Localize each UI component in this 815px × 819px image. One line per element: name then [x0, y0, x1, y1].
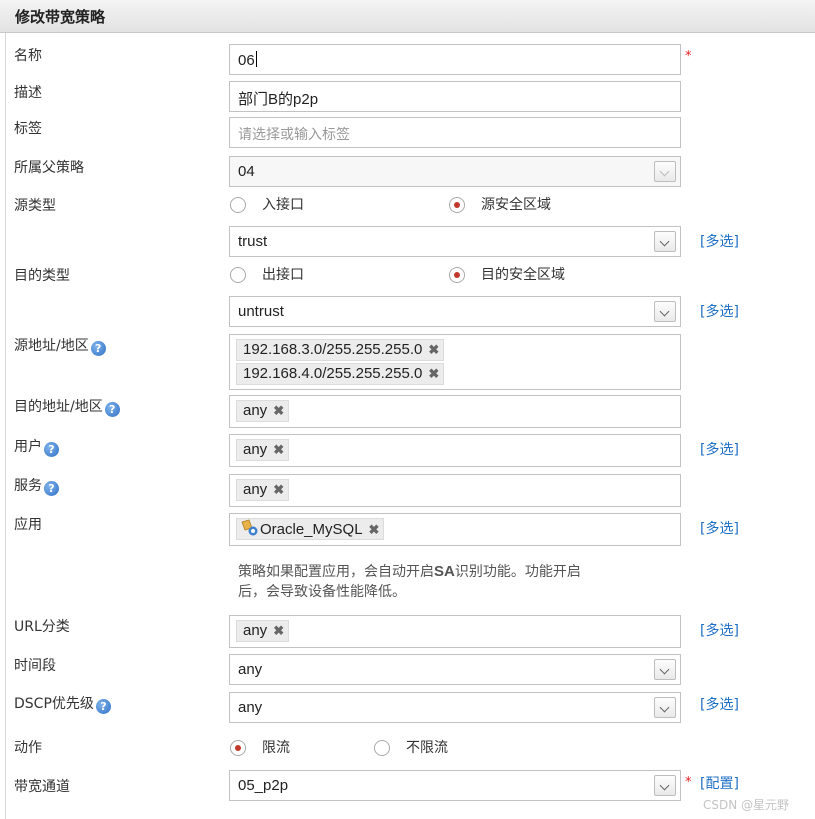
url-field[interactable]: any ✖ [229, 615, 681, 648]
dialog-titlebar: 修改带宽策略 [0, 0, 815, 33]
time-value: any [238, 661, 263, 678]
url-label: URL分类 [14, 619, 70, 635]
src-type-label: 源类型 [14, 198, 56, 214]
app-label: 应用 [14, 517, 42, 533]
required-mark: * [685, 775, 692, 790]
time-select[interactable]: any [229, 654, 681, 685]
src-addr-tag: 192.168.3.0/255.255.255.0 ✖ [236, 339, 445, 361]
chevron-down-icon[interactable] [654, 301, 676, 322]
channel-select[interactable]: 05_p2p [229, 770, 681, 801]
service-label: 服务? [14, 477, 59, 496]
help-icon[interactable]: ? [104, 402, 120, 417]
tags-input[interactable]: 请选择或输入标签 [229, 117, 681, 148]
name-input[interactable]: 06 [229, 44, 681, 75]
chevron-down-icon [654, 161, 676, 182]
dst-addr-tag: any ✖ [236, 400, 290, 422]
remove-tag-icon[interactable]: ✖ [369, 522, 380, 537]
text-cursor [255, 51, 257, 67]
src-zone-select[interactable]: trust [229, 226, 681, 257]
tags-placeholder: 请选择或输入标签 [238, 127, 350, 143]
required-mark: * [685, 49, 692, 64]
service-tag: any ✖ [236, 479, 290, 501]
parent-value: 04 [238, 163, 255, 180]
src-zone-multi-link[interactable]: [多选] [700, 231, 739, 251]
parent-label: 所属父策略 [14, 160, 84, 176]
remove-tag-icon[interactable]: ✖ [273, 482, 284, 497]
dscp-multi-link[interactable]: [多选] [700, 694, 739, 714]
help-icon[interactable]: ? [44, 481, 59, 496]
radio-dst-zone-label: 目的安全区域 [481, 267, 565, 283]
dscp-value: any [238, 699, 263, 716]
help-icon[interactable]: ? [95, 699, 111, 714]
channel-config-link[interactable]: [配置] [700, 773, 739, 793]
time-label: 时间段 [14, 658, 56, 674]
user-tag: any ✖ [236, 439, 290, 461]
help-icon[interactable]: ? [44, 442, 59, 457]
url-tag: any ✖ [236, 620, 290, 642]
watermark: CSDN @星元野 [703, 798, 790, 812]
radio-no-limit-label: 不限流 [406, 740, 448, 756]
app-tag: Oracle_MySQL ✖ [236, 518, 385, 540]
radio-out-interface-label: 出接口 [262, 267, 304, 283]
chevron-down-icon[interactable] [654, 697, 676, 718]
dst-type-label: 目的类型 [14, 268, 70, 284]
chevron-down-icon[interactable] [654, 659, 676, 680]
src-addr-label: 源地址/地区? [14, 337, 106, 356]
radio-no-limit[interactable] [374, 740, 390, 756]
chevron-down-icon[interactable] [654, 231, 676, 252]
service-field[interactable]: any ✖ [229, 474, 681, 507]
radio-src-zone-label: 源安全区域 [481, 197, 551, 213]
url-multi-link[interactable]: [多选] [700, 620, 739, 640]
dscp-label: DSCP优先级? [14, 695, 111, 714]
desc-value: 部门B的p2p [238, 91, 319, 108]
dscp-select[interactable]: any [229, 692, 681, 723]
src-addr-field[interactable]: 192.168.3.0/255.255.255.0 ✖ 192.168.4.0/2… [229, 334, 681, 390]
src-zone-value: trust [238, 233, 268, 250]
app-icon [241, 519, 258, 536]
user-label: 用户? [14, 438, 59, 457]
parent-select: 04 [229, 156, 681, 187]
app-field[interactable]: Oracle_MySQL ✖ [229, 513, 681, 546]
radio-limit-label: 限流 [262, 740, 290, 756]
remove-tag-icon[interactable]: ✖ [428, 342, 439, 357]
dialog-title: 修改带宽策略 [15, 8, 106, 26]
app-note: 策略如果配置应用，会自动开启SA识别功能。功能开启 后，会导致设备性能降低。 [238, 563, 581, 600]
user-field[interactable]: any ✖ [229, 434, 681, 467]
name-value: 06 [238, 52, 255, 69]
help-icon[interactable]: ? [90, 341, 106, 356]
radio-out-interface[interactable] [230, 267, 246, 283]
radio-src-zone[interactable] [449, 197, 465, 213]
dst-zone-multi-link[interactable]: [多选] [700, 301, 739, 321]
action-label: 动作 [14, 740, 42, 756]
remove-tag-icon[interactable]: ✖ [273, 623, 284, 638]
remove-tag-icon[interactable]: ✖ [273, 442, 284, 457]
name-label: 名称 [14, 48, 42, 64]
desc-label: 描述 [14, 85, 42, 101]
remove-tag-icon[interactable]: ✖ [428, 366, 439, 381]
tags-label: 标签 [14, 121, 42, 137]
dst-addr-label: 目的地址/地区? [14, 398, 120, 417]
app-multi-link[interactable]: [多选] [700, 518, 739, 538]
radio-in-interface-label: 入接口 [262, 197, 304, 213]
dst-addr-field[interactable]: any ✖ [229, 395, 681, 428]
radio-limit[interactable] [230, 740, 246, 756]
channel-label: 带宽通道 [14, 779, 70, 795]
radio-in-interface[interactable] [230, 197, 246, 213]
remove-tag-icon[interactable]: ✖ [273, 403, 284, 418]
dst-zone-select[interactable]: untrust [229, 296, 681, 327]
channel-value: 05_p2p [238, 777, 289, 794]
chevron-down-icon[interactable] [654, 775, 676, 796]
radio-dst-zone[interactable] [449, 267, 465, 283]
user-multi-link[interactable]: [多选] [700, 439, 739, 459]
dst-zone-value: untrust [238, 303, 284, 320]
src-addr-tag: 192.168.4.0/255.255.255.0 ✖ [236, 363, 445, 385]
desc-input[interactable]: 部门B的p2p [229, 81, 681, 112]
